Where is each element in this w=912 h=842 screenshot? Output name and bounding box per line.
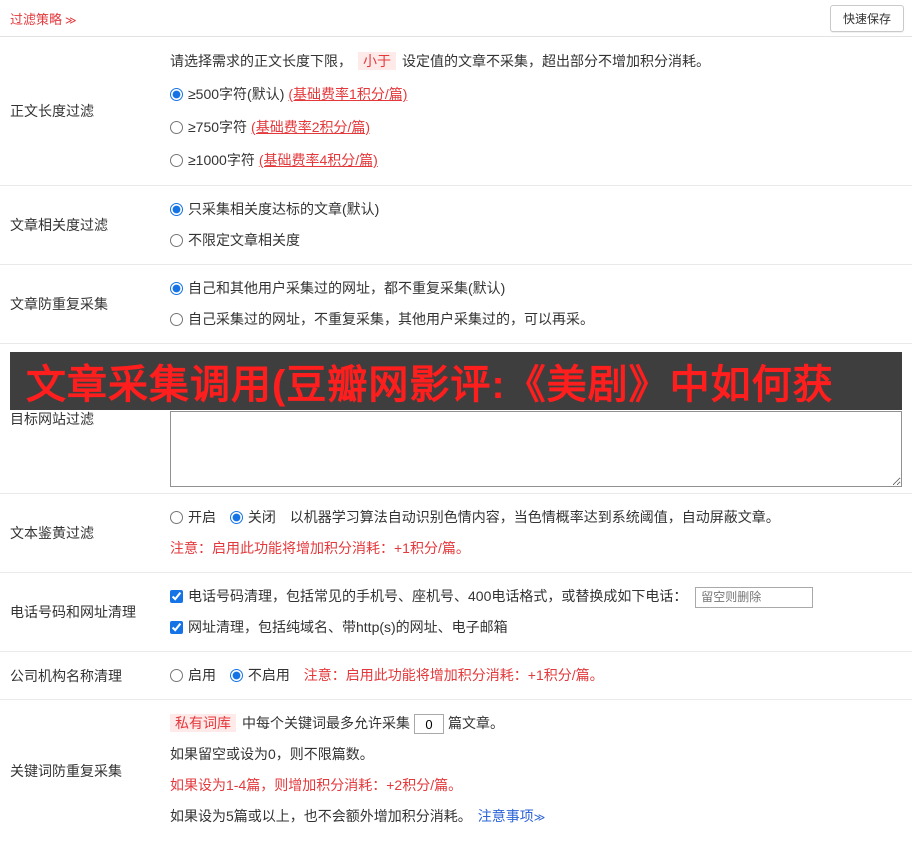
company-option-disable[interactable]: 不启用	[229, 667, 294, 683]
keyword-note-five-text: 如果设为5篇或以上，也不会额外增加积分消耗。	[170, 808, 472, 824]
relevance-option-strict[interactable]: 只采集相关度达标的文章(默认)	[170, 194, 902, 225]
length-radio-750[interactable]	[170, 121, 183, 134]
chevron-down-icon: ≫	[533, 812, 546, 824]
option-label: ≥1000字符	[188, 152, 255, 168]
option-label: 启用	[188, 667, 216, 683]
notes-link[interactable]: 注意事项≫	[478, 808, 546, 824]
row-phone-url-clean: 电话号码和网址清理 电话号码清理，包括常见的手机号、座机号、400电话格式，或替…	[0, 573, 912, 652]
porn-filter-options: 开启 关闭 以机器学习算法自动识别色情内容，当色情概率达到系统阈值，自动屏蔽文章…	[170, 502, 902, 533]
porn-option-on[interactable]: 开启	[170, 509, 220, 525]
option-label: 开启	[188, 509, 216, 525]
row-label-body-length: 正文长度过滤	[10, 103, 94, 119]
dedup-option-global[interactable]: 自己和其他用户采集过的网址，都不重复采集(默认)	[170, 273, 902, 304]
url-clean-checkbox[interactable]	[170, 621, 183, 634]
company-option-enable[interactable]: 启用	[170, 667, 220, 683]
company-clean-warning: 注意：启用此功能将增加积分消耗：+1积分/篇。	[303, 667, 604, 683]
row-label-porn-filter: 文本鉴黄过滤	[10, 525, 94, 541]
row-relevance-filter: 文章相关度过滤 只采集相关度达标的文章(默认) 不限定文章相关度	[0, 186, 912, 265]
length-filter-intro: 请选择需求的正文长度下限， 小于 设定值的文章不采集，超出部分不增加积分消耗。	[170, 45, 902, 78]
private-lexicon-highlight: 私有词库	[170, 714, 236, 732]
fee-note: (基础费率4积分/篇)	[258, 152, 378, 168]
option-label: ≥500字符(默认)	[188, 86, 285, 102]
row-label-relevance: 文章相关度过滤	[10, 217, 108, 233]
keyword-count-input[interactable]	[414, 714, 444, 735]
option-label: 网址清理，包括纯域名、带http(s)的网址、电子邮箱	[188, 619, 508, 635]
dedup-option-self[interactable]: 自己采集过的网址，不重复采集，其他用户采集过的，可以再采。	[170, 304, 902, 335]
porn-filter-warning: 注意：启用此功能将增加积分消耗：+1积分/篇。	[170, 540, 470, 556]
porn-option-off[interactable]: 关闭	[229, 509, 280, 525]
row-label-dedup: 文章防重复采集	[10, 296, 108, 312]
blocked-sites-textarea[interactable]	[170, 411, 902, 487]
option-label: 自己采集过的网址，不重复采集，其他用户采集过的，可以再采。	[188, 311, 594, 327]
company-clean-line: 启用 不启用 注意：启用此功能将增加积分消耗：+1积分/篇。	[170, 660, 902, 691]
option-label: 自己和其他用户采集过的网址，都不重复采集(默认)	[188, 280, 506, 296]
option-label: 关闭	[247, 509, 276, 525]
length-option-750[interactable]: ≥750字符 (基础费率2积分/篇)	[170, 111, 902, 144]
intro-highlight: 小于	[358, 52, 396, 70]
option-label: ≥750字符	[188, 119, 248, 135]
page-header: 过滤策略 ≫ 快速保存	[0, 0, 912, 37]
fee-note: (基础费率2积分/篇)	[251, 119, 371, 135]
option-label: 不启用	[247, 667, 290, 683]
url-clean-option[interactable]: 网址清理，包括纯域名、带http(s)的网址、电子邮箱	[170, 612, 902, 643]
porn-radio-off[interactable]	[229, 511, 243, 524]
relevance-radio-any[interactable]	[170, 234, 183, 247]
replacement-phone-input[interactable]	[695, 586, 814, 608]
relevance-radio-strict[interactable]	[170, 203, 183, 216]
length-radio-1000[interactable]	[170, 154, 183, 167]
quick-save-button[interactable]: 快速保存	[829, 4, 904, 32]
keyword-limit-line: 私有词库中每个关键词最多允许采集 篇文章。	[170, 708, 902, 739]
row-label-keyword-dedup: 关键词防重复采集	[10, 763, 122, 779]
intro-post: 设定值的文章不采集，超出部分不增加积分消耗。	[402, 53, 710, 69]
row-label-phone-url: 电话号码和网址清理	[10, 604, 136, 620]
fee-note: (基础费率1积分/篇)	[288, 86, 408, 102]
intro-pre: 请选择需求的正文长度下限，	[170, 53, 352, 69]
relevance-option-any[interactable]: 不限定文章相关度	[170, 225, 902, 256]
row-porn-filter: 文本鉴黄过滤 开启 关闭 以机器学习算法自动识别色情内容，当色情概率达到系统阈值…	[0, 494, 912, 573]
row-company-clean: 公司机构名称清理 启用 不启用 注意：启用此功能将增加积分消耗：+1积分/篇。	[0, 652, 912, 700]
porn-radio-on[interactable]	[170, 511, 183, 524]
length-radio-500[interactable]	[170, 88, 183, 101]
phone-clean-checkbox[interactable]	[170, 590, 183, 603]
notes-link-text: 注意事项	[477, 808, 534, 824]
keyword-limit-mid: 中每个关键词最多允许采集	[242, 715, 410, 731]
overlay-banner: 文章采集调用(豆瓣网影评:《美剧》中如何获	[10, 352, 902, 410]
page-title[interactable]: 过滤策略 ≫	[10, 9, 77, 28]
row-label-company-clean: 公司机构名称清理	[10, 667, 122, 684]
dedup-radio-self[interactable]	[170, 313, 183, 326]
option-label: 只采集相关度达标的文章(默认)	[188, 201, 380, 217]
option-label: 不限定文章相关度	[188, 232, 300, 248]
company-radio-disable[interactable]	[229, 669, 243, 682]
company-radio-enable[interactable]	[170, 669, 183, 682]
phone-clean-option[interactable]: 电话号码清理，包括常见的手机号、座机号、400电话格式，或替换成如下电话：	[170, 588, 691, 604]
phone-clean-line: 电话号码清理，包括常见的手机号、座机号、400电话格式，或替换成如下电话：	[170, 581, 902, 612]
length-option-1000[interactable]: ≥1000字符 (基础费率4积分/篇)	[170, 144, 902, 177]
chevron-down-icon: ≫	[65, 14, 77, 27]
keyword-note-cost: 如果设为1-4篇，则增加积分消耗：+2积分/篇。	[170, 777, 463, 793]
keyword-note-five: 如果设为5篇或以上，也不会额外增加积分消耗。 注意事项≫	[170, 801, 902, 834]
dedup-radio-global[interactable]	[170, 282, 183, 295]
row-body-length-filter: 正文长度过滤 请选择需求的正文长度下限， 小于 设定值的文章不采集，超出部分不增加积…	[0, 37, 912, 186]
row-keyword-dedup: 关键词防重复采集 私有词库中每个关键词最多允许采集 篇文章。 如果留空或设为0，则…	[0, 700, 912, 842]
keyword-limit-post: 篇文章。	[448, 715, 504, 731]
length-option-500[interactable]: ≥500字符(默认) (基础费率1积分/篇)	[170, 78, 902, 111]
row-dedup-filter: 文章防重复采集 自己和其他用户采集过的网址，都不重复采集(默认) 自己采集过的网…	[0, 265, 912, 344]
option-label: 电话号码清理，包括常见的手机号、座机号、400电话格式，或替换成如下电话：	[188, 588, 688, 604]
page-title-text: 过滤策略	[10, 11, 63, 27]
overlay-banner-text: 文章采集调用(豆瓣网影评:《美剧》中如何获	[26, 363, 834, 407]
porn-filter-description: 以机器学习算法自动识别色情内容，当色情概率达到系统阈值，自动屏蔽文章。	[289, 509, 780, 525]
keyword-note-empty: 如果留空或设为0，则不限篇数。	[170, 746, 374, 762]
